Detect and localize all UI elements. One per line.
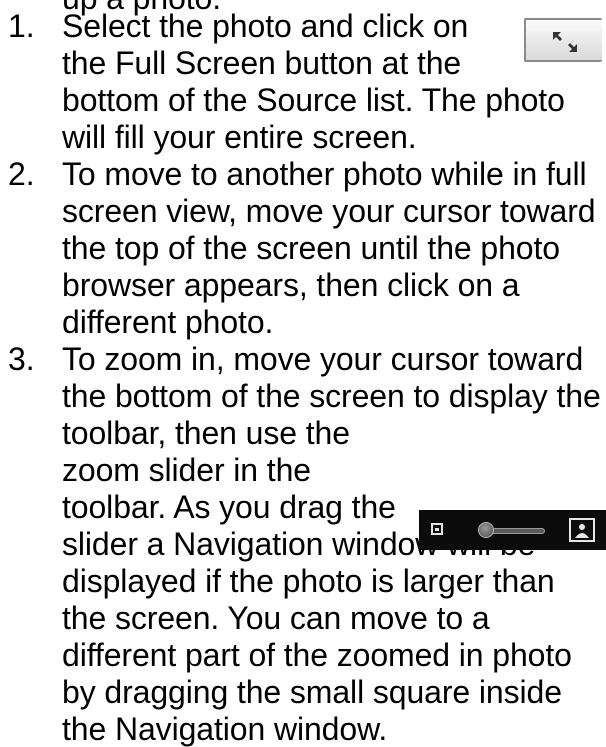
step-2-line-2: screen view, move your cursor toward: [62, 193, 596, 229]
zoom-slider-illustration: [419, 510, 606, 550]
step-1-line-1: Select the photo and click on: [62, 8, 469, 44]
zoom-slider-knob: [478, 522, 494, 538]
step-2-line-1: To move to another photo while in full: [62, 156, 587, 192]
step-3-line-9: different part of the zoomed in photo: [62, 637, 572, 673]
step-3-line-7: displayed if the photo is larger than: [62, 563, 555, 599]
step-3-line-11: the Navigation window.: [62, 711, 388, 747]
step-3-line-3: toolbar, then use the: [62, 415, 350, 451]
step-2-line-4: browser appears, then click on a: [62, 267, 520, 303]
instructions-page: up a photo. 1. Select the photo and clic…: [0, 0, 606, 747]
step-3-line-10: by dragging the small square inside: [62, 674, 562, 710]
step-1-number: 1.: [8, 8, 35, 44]
step-3-line-4: zoom slider in the: [62, 452, 311, 488]
large-photo-icon: [569, 518, 595, 542]
step-1-line-2: the Full Screen button at the: [62, 45, 462, 81]
full-screen-button-illustration: [524, 18, 602, 62]
step-1-line-4: will fill your entire screen.: [62, 119, 417, 155]
expand-arrows-icon: [553, 32, 577, 52]
step-3-number: 3.: [8, 341, 35, 377]
step-2-line-3: the top of the screen until the photo: [62, 230, 560, 266]
step-2-number: 2.: [8, 156, 35, 192]
step-3-line-1: To zoom in, move your cursor toward: [62, 341, 584, 377]
step-3-line-2: the bottom of the screen to display the: [62, 378, 601, 414]
small-photo-icon: [431, 523, 443, 535]
step-2-line-5: different photo.: [62, 304, 274, 340]
step-3-line-8: the screen. You can move to a: [62, 600, 490, 636]
step-3-line-5: toolbar. As you drag the: [62, 489, 396, 525]
step-1-line-3: bottom of the Source list. The photo: [62, 82, 565, 118]
